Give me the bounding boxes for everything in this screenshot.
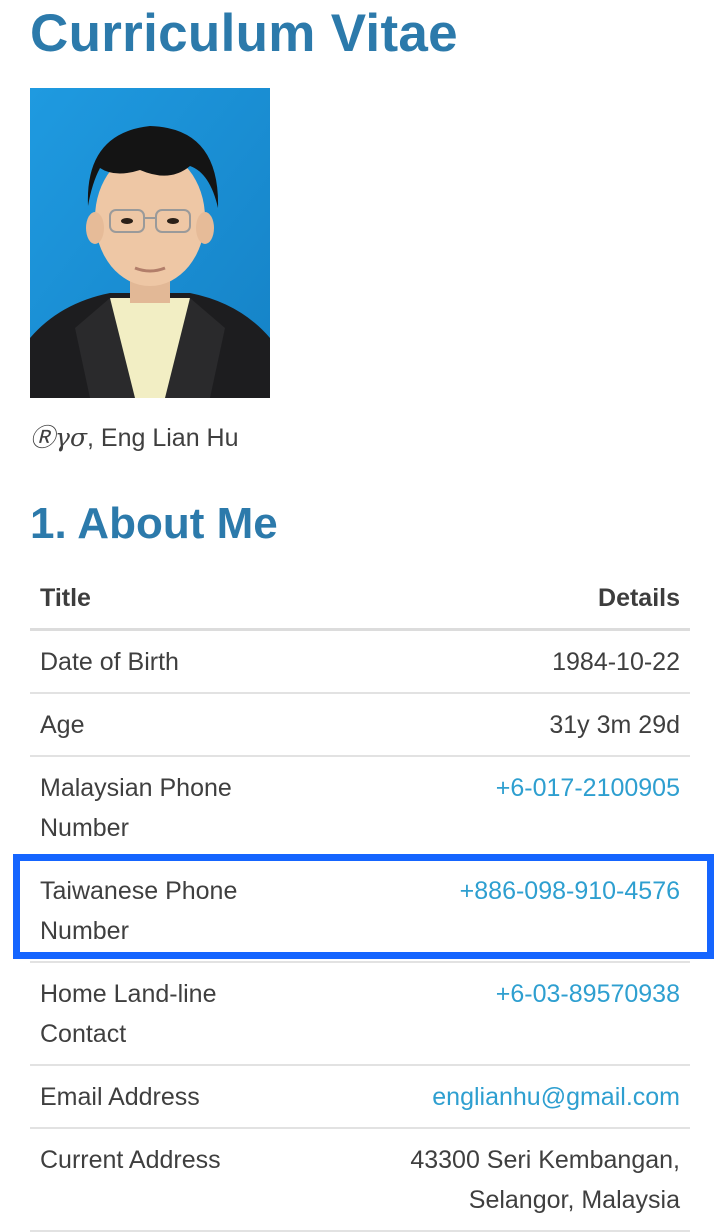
- column-header-details: Details: [290, 568, 690, 631]
- row-label-email: Email Address: [30, 1065, 290, 1129]
- taiwanese-phone-link[interactable]: +886-098-910-4576: [460, 877, 680, 905]
- profile-photo: [30, 88, 270, 398]
- row-value-current-address: 43300 Seri Kembangan, Selangor, Malaysia: [290, 1128, 690, 1232]
- row-label-current-address: Current Address: [30, 1128, 290, 1232]
- row-value-home-landline: +6-03-89570938: [290, 962, 690, 1066]
- column-header-title: Title: [30, 568, 290, 631]
- row-value-email: englianhu@gmail.com: [290, 1065, 690, 1129]
- email-link[interactable]: englianhu@gmail.com: [432, 1083, 680, 1111]
- caption-name: , Eng Lian Hu: [87, 424, 239, 452]
- home-landline-link[interactable]: +6-03-89570938: [496, 980, 680, 1008]
- page-title: Curriculum Vitae: [30, 4, 458, 63]
- table-row: Current Address 43300 Seri Kembangan, Se…: [30, 1128, 690, 1232]
- row-label-malaysian-phone: Malaysian Phone Number: [30, 756, 290, 860]
- table-row: Age 31y 3m 29d: [30, 693, 690, 757]
- malaysian-phone-link[interactable]: +6-017-2100905: [496, 774, 680, 802]
- row-label-age: Age: [30, 693, 290, 757]
- row-value-age: 31y 3m 29d: [290, 693, 690, 757]
- photo-caption: Ⓡγσ, Eng Lian Hu: [30, 418, 239, 458]
- row-value-taiwanese-phone: +886-098-910-4576: [290, 859, 690, 963]
- section-heading-about-me: 1. About Me: [30, 499, 278, 548]
- table-row: Date of Birth 1984-10-22: [30, 629, 690, 694]
- table-header-row: Title Details: [30, 568, 690, 631]
- table-row: Malaysian Phone Number +6-017-2100905: [30, 756, 690, 860]
- table-row: Taiwanese Phone Number +886-098-910-4576: [30, 859, 690, 963]
- caption-symbol: Ⓡγσ: [30, 423, 88, 452]
- row-value-date-of-birth: 1984-10-22: [290, 629, 690, 694]
- table-row: Email Address englianhu@gmail.com: [30, 1065, 690, 1129]
- row-label-taiwanese-phone: Taiwanese Phone Number: [30, 859, 290, 963]
- row-value-malaysian-phone: +6-017-2100905: [290, 756, 690, 860]
- row-label-date-of-birth: Date of Birth: [30, 629, 290, 694]
- table-row: Home Land-line Contact +6-03-89570938: [30, 962, 690, 1066]
- row-label-home-landline: Home Land-line Contact: [30, 962, 290, 1066]
- about-me-table: Title Details Date of Birth 1984-10-22 A…: [30, 568, 690, 1232]
